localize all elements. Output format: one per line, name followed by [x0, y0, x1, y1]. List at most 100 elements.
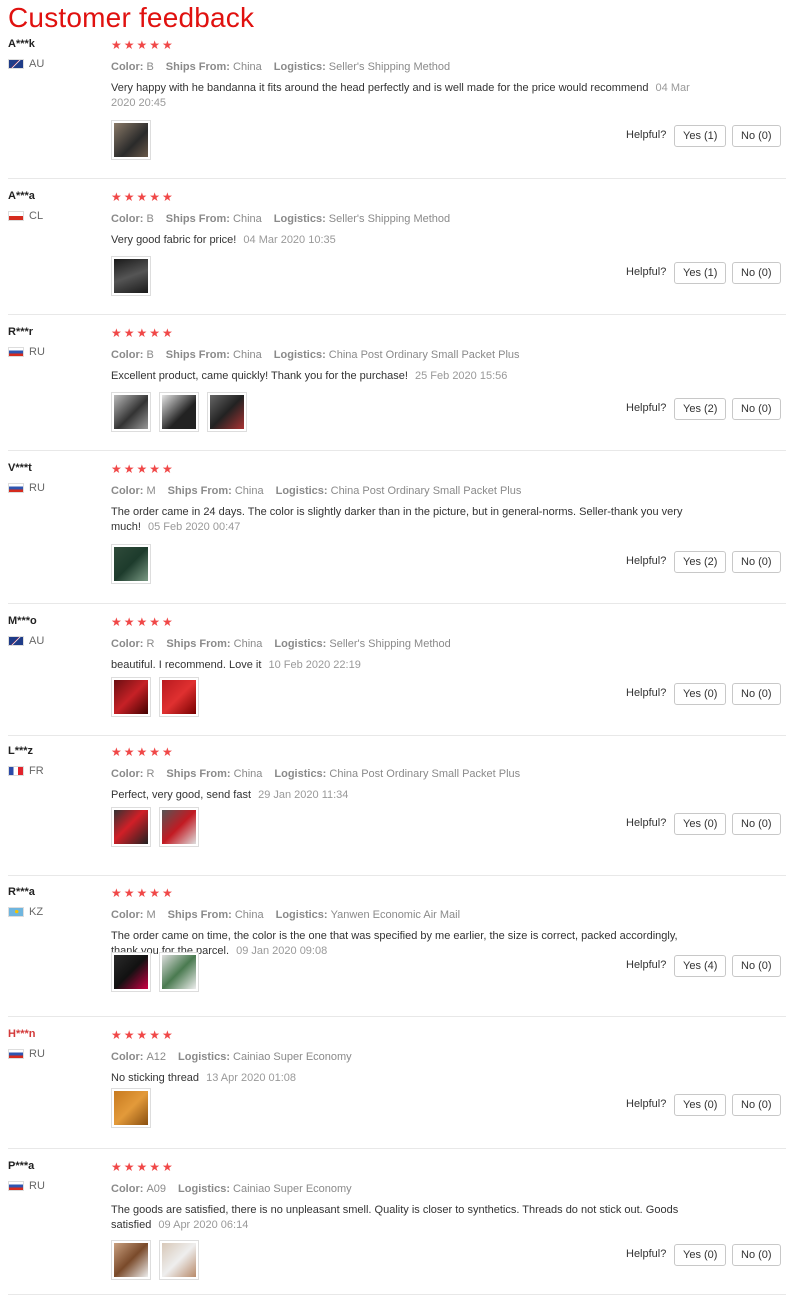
review-divider: [8, 178, 786, 179]
helpful-yes-button[interactable]: Yes (1): [674, 262, 727, 284]
helpful-no-button[interactable]: No (0): [732, 1244, 781, 1266]
helpful-no-button[interactable]: No (0): [732, 551, 781, 573]
review-photo-thumbnail[interactable]: [159, 952, 199, 992]
color-info: Color: B: [111, 213, 154, 225]
review-photo-thumbnail[interactable]: [111, 544, 151, 584]
review-photo-thumbnail[interactable]: [111, 392, 151, 432]
review-photo-thumbnail[interactable]: [207, 392, 247, 432]
order-meta: Color: B Ships From: China Logistics: Sell…: [111, 60, 781, 74]
reviewer-country: AU: [8, 58, 44, 70]
helpful-yes-button[interactable]: Yes (4): [674, 955, 727, 977]
review-photo-thumbnail[interactable]: [111, 677, 151, 717]
logistics-info-value: Seller's Shipping Method: [328, 61, 451, 73]
star-rating: ★★★★★: [111, 190, 175, 204]
color-info-label: Color:: [111, 638, 147, 650]
review-photo-thumbnail[interactable]: [159, 1240, 199, 1280]
star-rating: ★★★★★: [111, 38, 175, 52]
helpful-yes-button[interactable]: Yes (0): [674, 683, 727, 705]
color-info-label: Color:: [111, 349, 147, 361]
color-info-value: B: [146, 61, 154, 73]
logistics-info-value: Seller's Shipping Method: [329, 638, 451, 650]
review-list: A***k AU ★★★★★ Color: B Ships From: China Log…: [0, 0, 800, 1300]
country-code: AU: [29, 58, 45, 70]
logistics-info-label: Logistics:: [275, 909, 331, 921]
color-info-value: M: [146, 909, 156, 921]
review-photo-thumbnail[interactable]: [159, 392, 199, 432]
color-info-value: A12: [146, 1051, 167, 1063]
review-text: The order came in 24 days. The color is …: [111, 506, 683, 533]
logistics-info: Logistics: Seller's Shipping Method: [274, 638, 450, 650]
flag-au-icon: [8, 59, 24, 69]
reviewer-name: A***a: [8, 190, 35, 202]
helpful-label: Helpful?: [626, 1248, 667, 1260]
review-text: The goods are satisfied, there is no unp…: [111, 1204, 679, 1231]
star-rating: ★★★★★: [111, 745, 175, 759]
helpful-yes-button[interactable]: Yes (1): [674, 125, 727, 147]
helpful-yes-button[interactable]: Yes (0): [674, 1094, 727, 1116]
review-text: Perfect, very good, send fast 29 Jan 202…: [111, 789, 349, 801]
color-info: Color: B: [111, 349, 154, 361]
flag-au-icon: [8, 636, 24, 646]
reviewer-name: A***k: [8, 38, 35, 50]
ships-from-info-label: Ships From:: [165, 349, 234, 361]
review-content: ★★★★★ Color: R Ships From: China Logistics:…: [111, 615, 781, 673]
review-photo-thumbnail[interactable]: [111, 120, 151, 160]
helpful-label: Helpful?: [626, 266, 667, 278]
review-photo-thumbnail[interactable]: [111, 1088, 151, 1128]
ships-from-info: Ships From: China: [166, 61, 262, 73]
ships-from-info-label: Ships From:: [166, 638, 234, 650]
helpful-no-button[interactable]: No (0): [732, 683, 781, 705]
helpful-no-button[interactable]: No (0): [732, 955, 781, 977]
review-photo-thumbnail[interactable]: [111, 952, 151, 992]
logistics-info: Logistics: Cainiao Super Economy: [178, 1051, 352, 1063]
logistics-info: Logistics: China Post Ordinary Small Pac…: [276, 485, 522, 497]
reviewer-country: RU: [8, 1180, 45, 1192]
helpful-no-button[interactable]: No (0): [732, 813, 781, 835]
reviewer-country: KZ: [8, 906, 43, 918]
order-meta: Color: B Ships From: China Logistics: Chin…: [111, 348, 781, 362]
color-info-value: R: [146, 638, 155, 650]
flag-kz-icon: [8, 907, 24, 917]
review-divider: [8, 314, 786, 315]
review-divider: [8, 450, 786, 451]
review-photo-thumbnail[interactable]: [111, 256, 151, 296]
review-photo-thumbnail[interactable]: [111, 807, 151, 847]
logistics-info-value: Cainiao Super Economy: [233, 1051, 352, 1063]
country-code: FR: [29, 765, 44, 777]
helpful-yes-button[interactable]: Yes (2): [674, 551, 727, 573]
review-photos: [111, 1240, 199, 1280]
helpful-no-button[interactable]: No (0): [732, 1094, 781, 1116]
reviewer-name: P***a: [8, 1160, 35, 1172]
helpful-label: Helpful?: [626, 1098, 667, 1110]
color-info-label: Color:: [111, 485, 147, 497]
helpful-label: Helpful?: [626, 555, 667, 567]
helpful-yes-button[interactable]: Yes (2): [674, 398, 727, 420]
review-divider: [8, 1294, 786, 1295]
review-date: 04 Mar 2020 10:35: [243, 234, 336, 246]
helpful-yes-button[interactable]: Yes (0): [674, 1244, 727, 1266]
country-code: AU: [29, 635, 45, 647]
review-divider: [8, 1148, 786, 1149]
review-photos: [111, 392, 247, 432]
ships-from-info-value: China: [234, 485, 264, 497]
review-photo-thumbnail[interactable]: [159, 677, 199, 717]
logistics-info-value: Yanwen Economic Air Mail: [330, 909, 461, 921]
helpful-yes-button[interactable]: Yes (0): [674, 813, 727, 835]
color-info: Color: M: [111, 909, 156, 921]
helpful-no-button[interactable]: No (0): [732, 398, 781, 420]
color-info-value: M: [146, 485, 156, 497]
review-photo-thumbnail[interactable]: [111, 1240, 151, 1280]
ships-from-info: Ships From: China: [166, 768, 262, 780]
helpful-no-button[interactable]: No (0): [732, 262, 781, 284]
color-info-value: A09: [146, 1183, 167, 1195]
review-item: A***a CL ★★★★★ Color: B Ships From: China Log…: [0, 190, 800, 315]
review-photo-thumbnail[interactable]: [159, 807, 199, 847]
helpful-no-button[interactable]: No (0): [732, 125, 781, 147]
reviewer-country: CL: [8, 210, 43, 222]
logistics-info: Logistics: China Post Ordinary Small Pac…: [274, 349, 520, 361]
logistics-info-value: Cainiao Super Economy: [233, 1183, 352, 1195]
review-item: L***z FR ★★★★★ Color: R Ships From: China Log…: [0, 745, 800, 876]
ships-from-info-label: Ships From:: [167, 909, 235, 921]
logistics-info-label: Logistics:: [273, 349, 329, 361]
logistics-info-label: Logistics:: [178, 1051, 234, 1063]
